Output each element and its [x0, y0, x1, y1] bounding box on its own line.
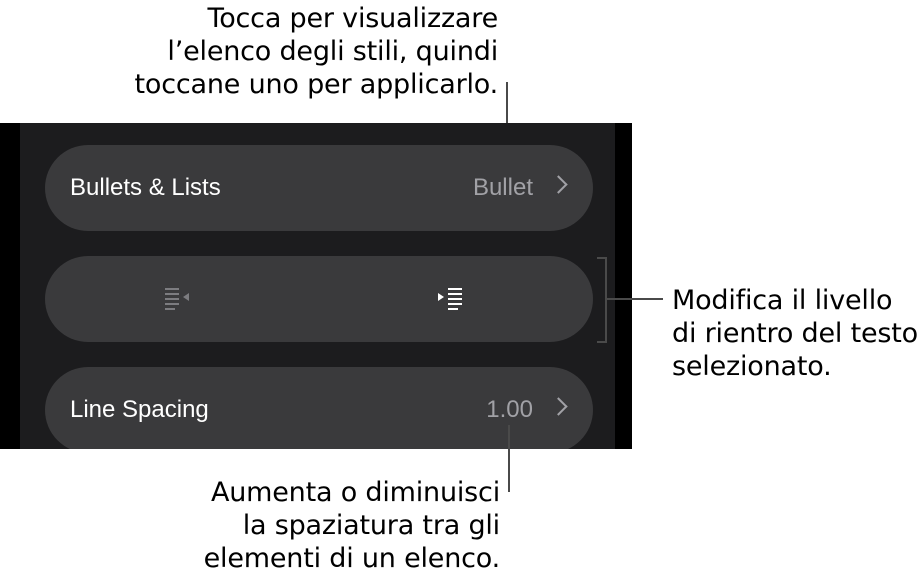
bracket-vertical [605, 257, 607, 343]
callout-indent-level: Modifica il livello di rientro del testo… [672, 284, 918, 383]
increase-indent-button[interactable] [433, 284, 473, 314]
indent-row [45, 256, 593, 342]
bullets-lists-value: Bullet [472, 174, 533, 201]
format-panel-content: Bullets & Lists Bullet Line Spacing 1.00 [20, 123, 615, 449]
callout-line: di rientro del testo [672, 318, 918, 349]
callout-line: la spaziatura tra gli [242, 510, 500, 541]
chevron-right-icon [549, 175, 568, 194]
bullets-lists-label: Bullets & Lists [70, 174, 221, 201]
callout-leader-line [508, 425, 510, 492]
outdent-icon [165, 288, 189, 310]
line-spacing-label: Line Spacing [70, 396, 209, 423]
line-spacing-row[interactable]: Line Spacing 1.00 [45, 367, 593, 449]
callout-line: elementi di un elenco. [203, 543, 501, 574]
callout-line: Tocca per visualizzare [207, 3, 499, 34]
bullets-lists-row[interactable]: Bullets & Lists Bullet [45, 145, 593, 231]
chevron-right-icon [549, 397, 568, 416]
decrease-indent-button[interactable] [159, 284, 199, 314]
callout-line: l’elenco degli stili, quindi [167, 36, 498, 67]
format-panel: Bullets & Lists Bullet Line Spacing 1.00 [0, 123, 632, 449]
callout-line: Aumenta o diminuisci [210, 477, 500, 508]
indent-icon [438, 288, 462, 310]
callout-leader-line [607, 298, 663, 300]
callout-line: toccane uno per applicarlo. [134, 69, 499, 100]
callout-line: selezionato. [672, 351, 832, 382]
callout-style-list: Tocca per visualizzare l’elenco degli st… [134, 2, 499, 101]
callout-line-spacing: Aumenta o diminuisci la spaziatura tra g… [203, 476, 501, 575]
callout-line: Modifica il livello [672, 285, 893, 316]
bracket-bottom [597, 341, 607, 343]
